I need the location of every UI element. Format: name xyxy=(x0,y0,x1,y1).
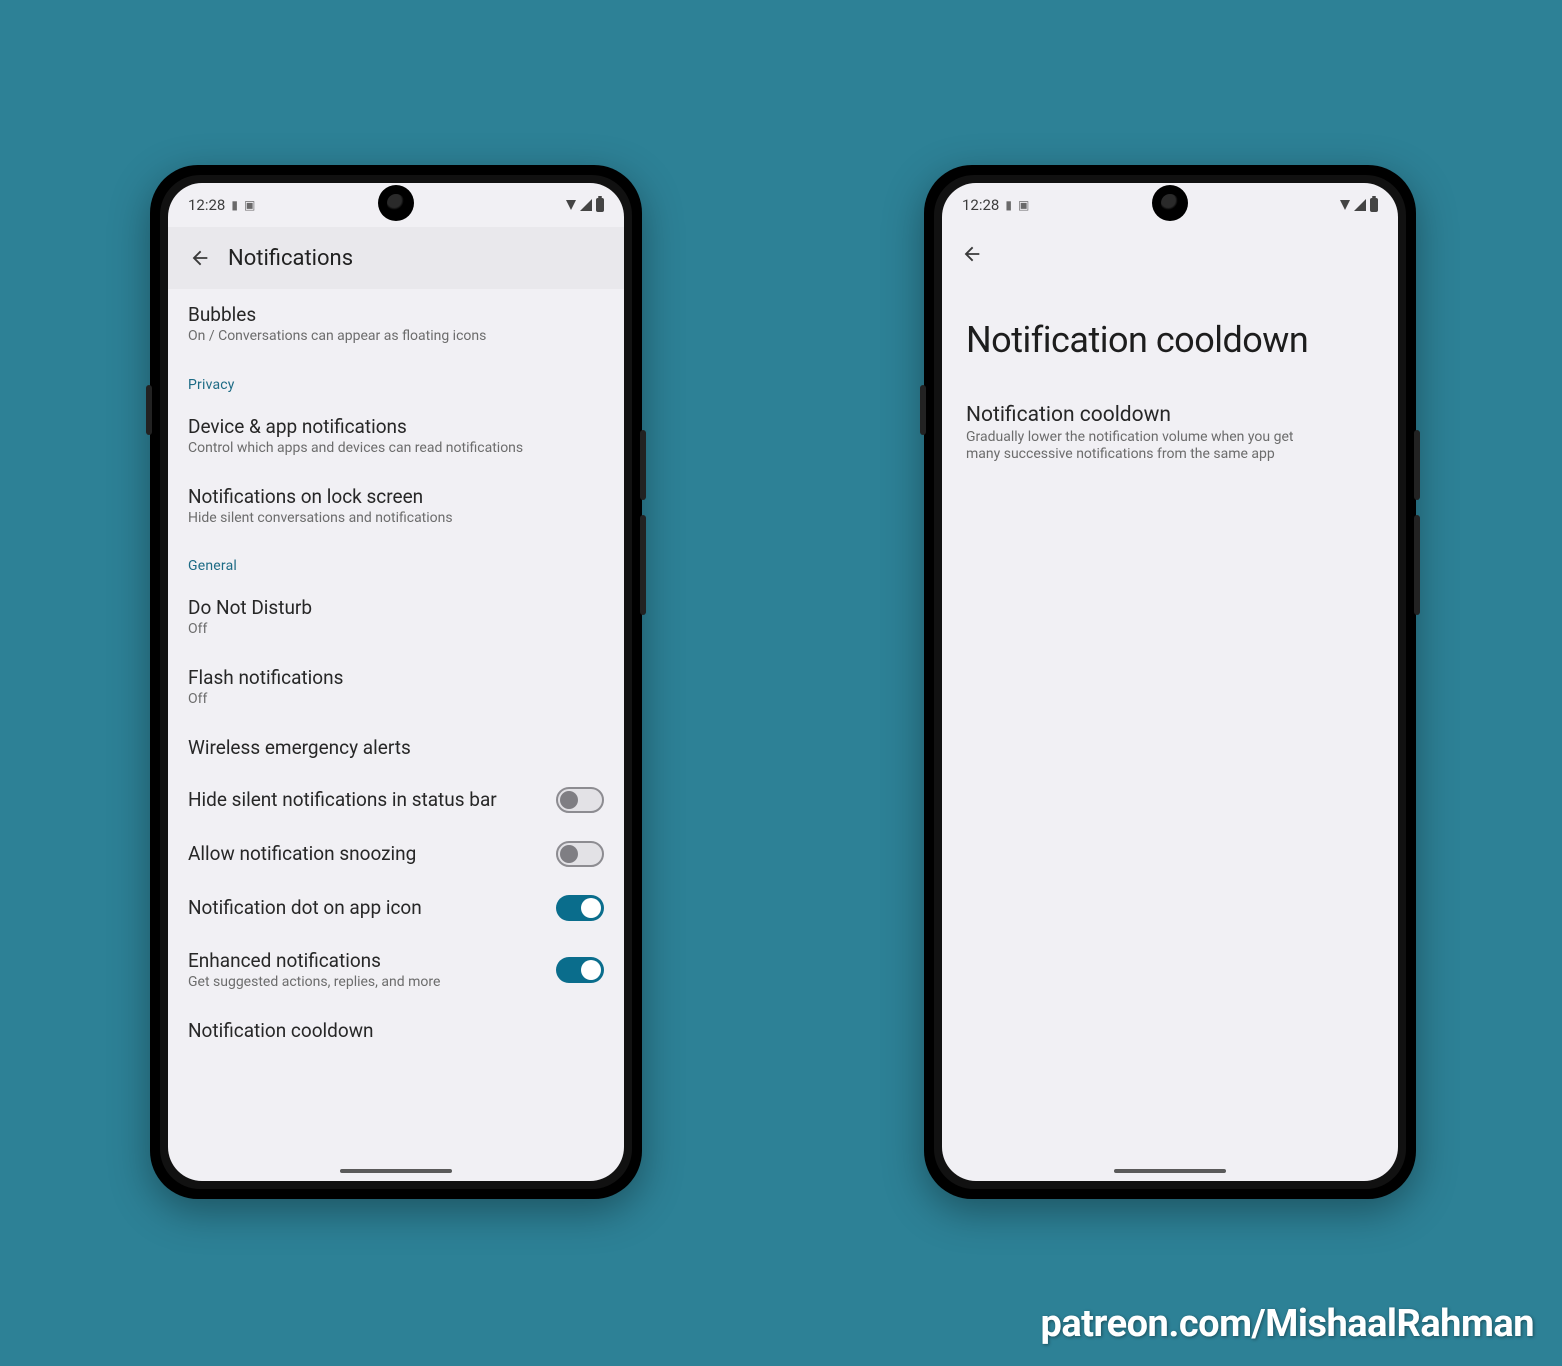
page-title: Notification cooldown xyxy=(942,281,1398,397)
back-button[interactable] xyxy=(952,234,992,274)
setting-notification-cooldown-detail[interactable]: Notification cooldown Gradually lower th… xyxy=(942,397,1398,479)
wifi-icon xyxy=(1340,200,1350,210)
app-icon: ▣ xyxy=(1018,198,1029,212)
setting-title: Bubbles xyxy=(188,303,604,326)
setting-subtitle: Get suggested actions, replies, and more xyxy=(188,974,546,991)
battery-icon xyxy=(596,198,604,212)
toggle-notification-snoozing[interactable] xyxy=(556,841,604,867)
setting-bubbles[interactable]: Bubbles On / Conversations can appear as… xyxy=(168,289,624,359)
setting-title: Notification cooldown xyxy=(188,1019,604,1042)
setting-subtitle: Off xyxy=(188,691,604,708)
toggle-notification-dot[interactable] xyxy=(556,895,604,921)
setting-lock-screen-notifications[interactable]: Notifications on lock screen Hide silent… xyxy=(168,471,624,541)
setting-title: Hide silent notifications in status bar xyxy=(188,788,546,811)
setting-title: Wireless emergency alerts xyxy=(188,736,604,759)
wifi-icon xyxy=(566,200,576,210)
arrow-back-icon xyxy=(189,247,211,269)
setting-subtitle: Hide silent conversations and notificati… xyxy=(188,510,604,527)
settings-list: Bubbles On / Conversations can appear as… xyxy=(168,289,624,1181)
setting-device-app-notifications[interactable]: Device & app notifications Control which… xyxy=(168,401,624,471)
setting-hide-silent-statusbar[interactable]: Hide silent notifications in status bar xyxy=(168,773,624,827)
signal-icon xyxy=(1354,199,1366,211)
sim-icon: ▮ xyxy=(231,198,238,212)
phone-frame-right: 12:28 ▮ ▣ Notification cooldown xyxy=(924,165,1416,1199)
setting-title: Enhanced notifications xyxy=(188,949,546,972)
back-button[interactable] xyxy=(180,238,220,278)
setting-subtitle: Control which apps and devices can read … xyxy=(188,440,604,457)
arrow-back-icon xyxy=(961,243,983,265)
setting-notification-snoozing[interactable]: Allow notification snoozing xyxy=(168,827,624,881)
phone-frame-left: 12:28 ▮ ▣ Notifications xyxy=(150,165,642,1199)
watermark: patreon.com/MishaalRahman xyxy=(1040,1302,1534,1346)
setting-title: Do Not Disturb xyxy=(188,596,604,619)
battery-icon xyxy=(1370,198,1378,212)
setting-enhanced-notifications[interactable]: Enhanced notifications Get suggested act… xyxy=(168,935,624,1005)
setting-title: Flash notifications xyxy=(188,666,604,689)
setting-subtitle: On / Conversations can appear as floatin… xyxy=(188,328,604,345)
app-icon: ▣ xyxy=(244,198,255,212)
sim-icon: ▮ xyxy=(1005,198,1012,212)
toggle-hide-silent-statusbar[interactable] xyxy=(556,787,604,813)
setting-wireless-emergency-alerts[interactable]: Wireless emergency alerts xyxy=(168,722,624,773)
setting-subtitle: Off xyxy=(188,621,604,638)
camera-notch xyxy=(1152,185,1188,221)
setting-title: Notifications on lock screen xyxy=(188,485,604,508)
setting-title: Allow notification snoozing xyxy=(188,842,546,865)
section-privacy: Privacy xyxy=(168,359,624,401)
status-time: 12:28 xyxy=(962,196,999,214)
setting-subtitle: Gradually lower the notification volume … xyxy=(966,429,1326,463)
setting-notification-dot[interactable]: Notification dot on app icon xyxy=(168,881,624,935)
page-title: Notifications xyxy=(228,246,353,271)
setting-title: Notification cooldown xyxy=(966,403,1374,427)
setting-title: Notification dot on app icon xyxy=(188,896,546,919)
setting-title: Device & app notifications xyxy=(188,415,604,438)
section-general: General xyxy=(168,540,624,582)
camera-notch xyxy=(378,185,414,221)
setting-do-not-disturb[interactable]: Do Not Disturb Off xyxy=(168,582,624,652)
setting-notification-cooldown[interactable]: Notification cooldown xyxy=(168,1005,624,1056)
toggle-enhanced-notifications[interactable] xyxy=(556,957,604,983)
signal-icon xyxy=(580,199,592,211)
status-time: 12:28 xyxy=(188,196,225,214)
page-header: Notifications xyxy=(168,227,624,289)
setting-flash-notifications[interactable]: Flash notifications Off xyxy=(168,652,624,722)
home-indicator[interactable] xyxy=(340,1169,452,1173)
home-indicator[interactable] xyxy=(1114,1169,1226,1173)
